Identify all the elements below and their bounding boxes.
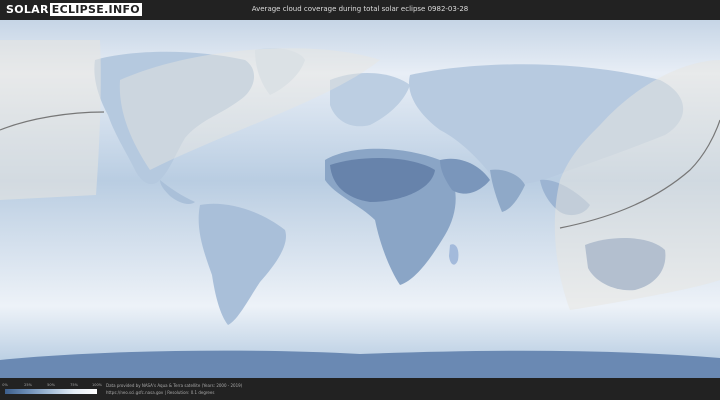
legend-tick: 50%: [47, 383, 55, 387]
legend-tick: 25%: [24, 383, 32, 387]
legend-tick: 100%: [91, 383, 103, 387]
cloud-coverage-map: [0, 20, 720, 378]
world-map-svg: [0, 20, 720, 378]
page-title: Average cloud coverage during total sola…: [251, 5, 469, 13]
data-source-link[interactable]: https://neo.sci.gsfc.nasa.gov | Resoluti…: [106, 390, 214, 395]
legend-tick: 75%: [70, 383, 78, 387]
legend-tick: 0%: [2, 383, 8, 387]
footer-bar: 0% 25% 50% 75% 100% Data provided by NAS…: [0, 378, 720, 400]
cloud-coverage-legend-bar: [5, 389, 97, 394]
data-credit: Data provided by NASA's Aqua & Terra sat…: [106, 383, 243, 388]
visibility-zone-west: [0, 40, 101, 200]
antarctica: [0, 350, 720, 378]
header-bar: SOLAR ECLIPSE.INFO Average cloud coverage…: [0, 0, 720, 20]
